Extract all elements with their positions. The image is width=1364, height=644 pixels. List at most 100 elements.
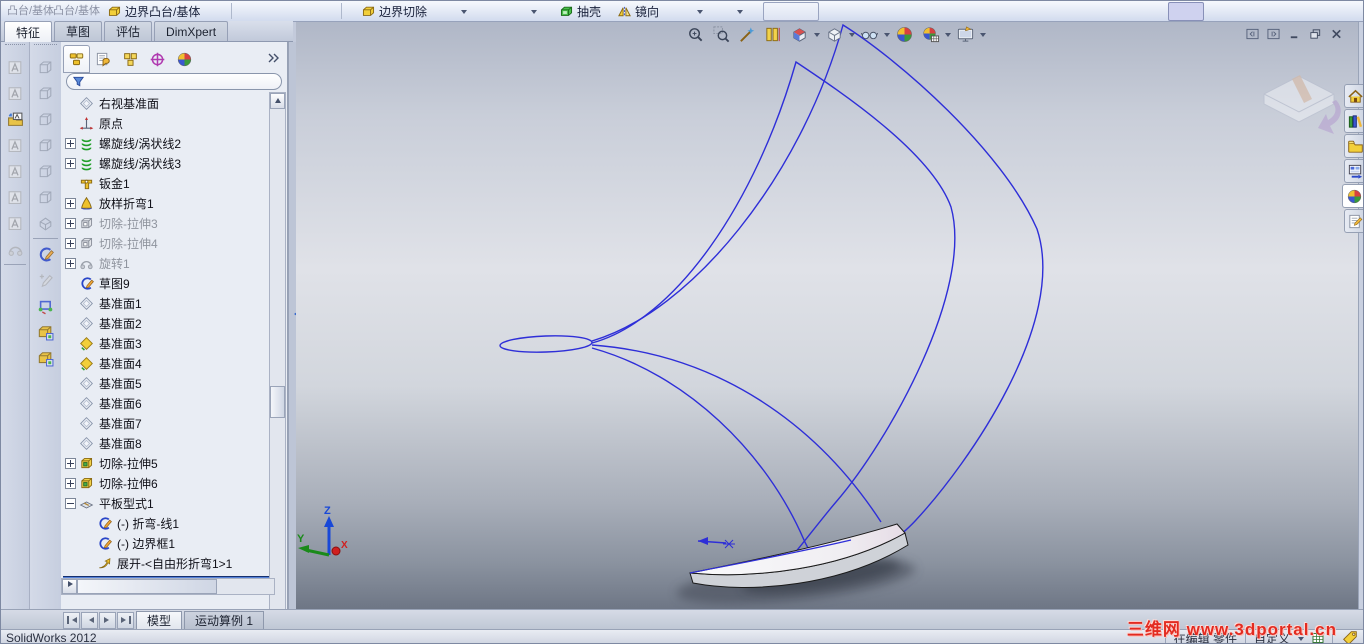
- expand-toggle[interactable]: [65, 197, 76, 209]
- tab-evaluate[interactable]: 评估: [104, 21, 153, 41]
- dropdown-caret[interactable]: [884, 33, 890, 40]
- pane-right-button[interactable]: [1265, 26, 1282, 41]
- tree-item[interactable]: 旋转1: [63, 253, 273, 273]
- scroll-up-button[interactable]: [270, 93, 285, 109]
- dropdown-caret[interactable]: [737, 1, 743, 21]
- extrude-box-icon[interactable]: [35, 320, 57, 344]
- weld-symbol-icon[interactable]: [4, 237, 26, 261]
- shell-button[interactable]: 抽壳: [559, 1, 601, 21]
- view-cube-icon[interactable]: [35, 107, 57, 131]
- view-palette-tab[interactable]: [1344, 159, 1363, 183]
- pane-left-button[interactable]: [1244, 26, 1261, 41]
- view-cube-icon[interactable]: [35, 55, 57, 79]
- tree-item[interactable]: 基准面4: [63, 353, 273, 373]
- clipped-button-label[interactable]: 凸台/基体: [7, 1, 54, 21]
- displaymanager-tab[interactable]: [171, 45, 198, 73]
- tree-item[interactable]: 螺旋线/涡状线3: [63, 153, 273, 173]
- tree-item[interactable]: 基准面2: [63, 313, 273, 333]
- zoom-to-area-button[interactable]: [710, 24, 733, 45]
- tab-sketch[interactable]: 草图: [54, 21, 103, 41]
- toolbar-pressed-button[interactable]: [1168, 2, 1204, 21]
- dropdown-caret[interactable]: [1298, 636, 1304, 644]
- view-cube-icon[interactable]: [35, 81, 57, 105]
- hide-show-items-button[interactable]: [858, 24, 881, 45]
- expand-toggle[interactable]: [65, 137, 76, 149]
- resources-tab[interactable]: [1344, 84, 1363, 108]
- featuremanager-tree-tab[interactable]: [63, 45, 90, 73]
- close-button[interactable]: [1328, 26, 1345, 41]
- tree-item[interactable]: (-) 边界框1: [63, 533, 273, 553]
- note-edit-icon[interactable]: [4, 81, 26, 105]
- tree-item[interactable]: 基准面1: [63, 293, 273, 313]
- open-annotation-icon[interactable]: [4, 107, 26, 131]
- note-icon[interactable]: [4, 55, 26, 79]
- boundary-boss-button[interactable]: 边界凸台/基体: [107, 1, 200, 21]
- tree-item[interactable]: 放样折弯1: [63, 193, 273, 213]
- tree-filter-input[interactable]: [66, 73, 282, 90]
- isometric-view-icon[interactable]: [35, 211, 57, 235]
- dropdown-caret[interactable]: [849, 33, 855, 40]
- dropdown-caret[interactable]: [461, 1, 467, 21]
- tree-item[interactable]: 基准面6: [63, 393, 273, 413]
- section-view-button[interactable]: [762, 24, 785, 45]
- expand-toggle[interactable]: [65, 457, 76, 469]
- view-settings-button[interactable]: [954, 24, 977, 45]
- tree-item[interactable]: 原点: [63, 113, 273, 133]
- expand-toggle[interactable]: [65, 477, 76, 489]
- tab-features[interactable]: 特征: [4, 21, 53, 42]
- tree-item[interactable]: 草图9: [63, 273, 273, 293]
- apply-scene-button[interactable]: [919, 24, 942, 45]
- stamp-icon[interactable]: [4, 185, 26, 209]
- view-cube-icon[interactable]: [35, 159, 57, 183]
- zoom-to-fit-button[interactable]: [684, 24, 707, 45]
- tree-item[interactable]: (-) 折弯-线1: [63, 513, 273, 533]
- design-library-tab[interactable]: [1344, 109, 1363, 133]
- next-tab-button[interactable]: [99, 611, 116, 629]
- add-annotation-icon[interactable]: [4, 133, 26, 157]
- helix-curve[interactable]: [499, 23, 1044, 559]
- dropdown-caret[interactable]: [814, 33, 820, 40]
- table-icon[interactable]: [1312, 632, 1324, 644]
- dropdown-caret[interactable]: [531, 1, 537, 21]
- tree-vertical-scrollbar[interactable]: [269, 92, 286, 635]
- yellow-tag-icon[interactable]: [1341, 629, 1359, 644]
- convert-entities-icon[interactable]: [35, 294, 57, 318]
- tab-dimxpert[interactable]: DimXpert: [154, 21, 229, 41]
- balloon-icon[interactable]: [4, 159, 26, 183]
- tree-item[interactable]: 平板型式1: [63, 493, 273, 513]
- edit-appearance-button[interactable]: [893, 24, 916, 45]
- first-tab-button[interactable]: [63, 611, 80, 629]
- scroll-right-button[interactable]: [62, 579, 77, 594]
- motion-study-tab[interactable]: 运动算例 1: [184, 610, 265, 630]
- sketch-tool-icon[interactable]: [35, 242, 57, 266]
- boundary-cut-button[interactable]: 边界切除: [361, 1, 427, 21]
- view-orientation-button[interactable]: [788, 24, 811, 45]
- display-style-button[interactable]: [823, 24, 846, 45]
- magic-wand-button[interactable]: [736, 24, 759, 45]
- custom-properties-tab[interactable]: [1344, 209, 1363, 233]
- propertymanager-tab[interactable]: [90, 45, 117, 73]
- scrollbar-thumb[interactable]: [77, 579, 217, 594]
- expand-toggle[interactable]: [65, 217, 76, 229]
- tree-item[interactable]: 切除-拉伸6: [63, 473, 273, 493]
- model-tab[interactable]: 模型: [136, 610, 183, 630]
- tree-item[interactable]: 切除-拉伸5: [63, 453, 273, 473]
- tree-item[interactable]: 切除-拉伸3: [63, 213, 273, 233]
- tree-item[interactable]: 基准面8: [63, 433, 273, 453]
- prev-tab-button[interactable]: [81, 611, 98, 629]
- tree-item[interactable]: 钣金1: [63, 173, 273, 193]
- mirror-button[interactable]: 镜向: [617, 1, 659, 21]
- minimize-button[interactable]: [1286, 26, 1303, 41]
- extrude-box-icon[interactable]: [35, 346, 57, 370]
- dropdown-caret[interactable]: [697, 1, 703, 21]
- chevron-double-icon[interactable]: [267, 50, 279, 68]
- graphics-viewport[interactable]: Z Y X: [296, 22, 1358, 609]
- tree-horizontal-scrollbar[interactable]: [61, 578, 275, 595]
- restore-button[interactable]: [1307, 26, 1324, 41]
- collapse-toggle[interactable]: [65, 497, 76, 509]
- tree-item[interactable]: 螺旋线/涡状线2: [63, 133, 273, 153]
- tree-item[interactable]: 基准面5: [63, 373, 273, 393]
- last-tab-button[interactable]: [117, 611, 134, 629]
- scrollbar-thumb[interactable]: [270, 386, 285, 418]
- view-cube-icon[interactable]: [35, 185, 57, 209]
